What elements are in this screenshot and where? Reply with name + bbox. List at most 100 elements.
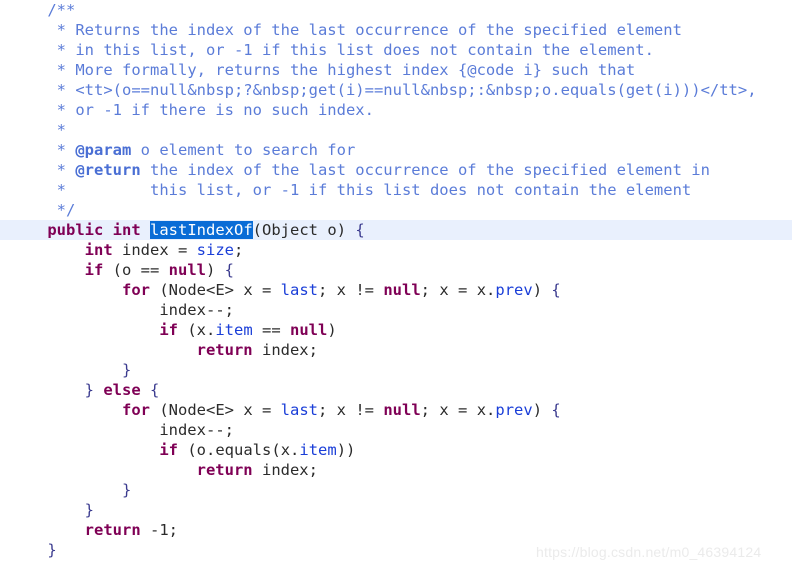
code-token: ) [327, 321, 337, 339]
code-token: -1 [150, 521, 169, 539]
code-token: ; [420, 401, 440, 419]
code-token: { [355, 221, 365, 239]
code-line[interactable]: * Returns the index of the last occurren… [0, 20, 792, 40]
code-token: --; [205, 301, 234, 319]
code-line[interactable]: */ [0, 200, 792, 220]
code-line[interactable]: } else { [0, 380, 792, 400]
code-line[interactable]: if (x.item == null) [0, 320, 792, 340]
code-token: return [196, 341, 253, 359]
code-token: . [486, 281, 496, 299]
code-token: { [551, 281, 561, 299]
code-token: ; [308, 341, 318, 359]
code-token: ; [318, 401, 337, 419]
code-line[interactable]: } [0, 500, 792, 520]
code-line[interactable]: * @param o element to search for [0, 140, 792, 160]
code-token: o element to search for [131, 141, 356, 159]
code-token: size [196, 241, 234, 259]
code-line[interactable]: * this list, or -1 if this list does not… [0, 180, 792, 200]
code-token: int [112, 221, 141, 239]
code-line[interactable]: index--; [0, 300, 792, 320]
code-token: ( [149, 401, 169, 419]
code-token: != [346, 401, 384, 419]
code-line[interactable]: * in this list, or -1 if this list does … [0, 40, 792, 60]
code-line[interactable]: public int lastIndexOf(Object o) { [0, 220, 792, 240]
code-line[interactable]: } [0, 480, 792, 500]
code-token: ; [234, 241, 244, 259]
code-line[interactable]: for (Node<E> x = last; x != null; x = x.… [0, 400, 792, 420]
code-token: if [159, 441, 178, 459]
code-token: ( [103, 261, 122, 279]
code-token: * More formally, returns the highest ind… [56, 61, 636, 79]
code-token: x [196, 321, 206, 339]
code-token: { [150, 381, 160, 399]
selected-token[interactable]: lastIndexOf [150, 221, 253, 239]
code-token: * [56, 141, 76, 159]
code-token: ; [308, 461, 318, 479]
code-token: ) [532, 401, 552, 419]
code-token: index [261, 461, 309, 479]
code-token: x [439, 401, 449, 419]
code-token: x [336, 401, 347, 419]
code-token: { [224, 261, 235, 279]
code-line[interactable]: * <tt>(o==null&nbsp;?&nbsp;get(i)==null&… [0, 80, 792, 100]
code-token: prev [495, 281, 533, 299]
code-token: . [290, 441, 300, 459]
code-token: /** [47, 1, 76, 19]
code-line[interactable]: if (o.equals(x.item)) [0, 440, 792, 460]
code-line[interactable]: return index; [0, 340, 792, 360]
code-token: * in this list, or -1 if this list does … [56, 41, 654, 59]
code-token: null [383, 401, 421, 419]
code-token: != [346, 281, 384, 299]
code-line[interactable]: * @return the index of the last occurren… [0, 160, 792, 180]
code-line[interactable]: * More formally, returns the highest ind… [0, 60, 792, 80]
code-line[interactable]: /** [0, 0, 792, 20]
code-line[interactable]: return index; [0, 460, 792, 480]
code-token: x [243, 401, 253, 419]
code-token: } [84, 381, 94, 399]
code-token: x [336, 281, 347, 299]
code-token: Object [262, 221, 319, 239]
code-token: ; [318, 281, 337, 299]
code-token: * Returns the index of the last occurren… [56, 21, 682, 39]
code-token: x [280, 441, 291, 459]
code-token: */ [56, 201, 76, 219]
code-token: } [47, 541, 57, 559]
code-token: = [252, 401, 281, 419]
code-token: Node<E> [168, 401, 234, 419]
code-token: } [84, 501, 94, 519]
code-token: * [56, 121, 67, 139]
code-token: o [327, 221, 337, 239]
code-line[interactable]: index--; [0, 420, 792, 440]
code-token: )) [336, 441, 356, 459]
code-line[interactable]: for (Node<E> x = last; x != null; x = x.… [0, 280, 792, 300]
code-line[interactable]: * or -1 if there is no such index. [0, 100, 792, 120]
code-token: index [261, 341, 309, 359]
code-token: == [252, 321, 290, 339]
code-token: index [159, 421, 206, 439]
code-editor[interactable]: /** * Returns the index of the last occu… [0, 0, 792, 571]
code-token: o [122, 261, 132, 279]
code-lines-container[interactable]: /** * Returns the index of the last occu… [0, 0, 792, 560]
code-token: index [122, 241, 169, 259]
code-line[interactable]: return -1; [0, 520, 792, 540]
code-line[interactable]: } [0, 360, 792, 380]
code-line[interactable]: if (o == null) { [0, 260, 792, 280]
code-line[interactable]: int index = size; [0, 240, 792, 260]
code-token: = [448, 401, 477, 419]
code-line[interactable]: * [0, 120, 792, 140]
code-token: item [215, 321, 253, 339]
